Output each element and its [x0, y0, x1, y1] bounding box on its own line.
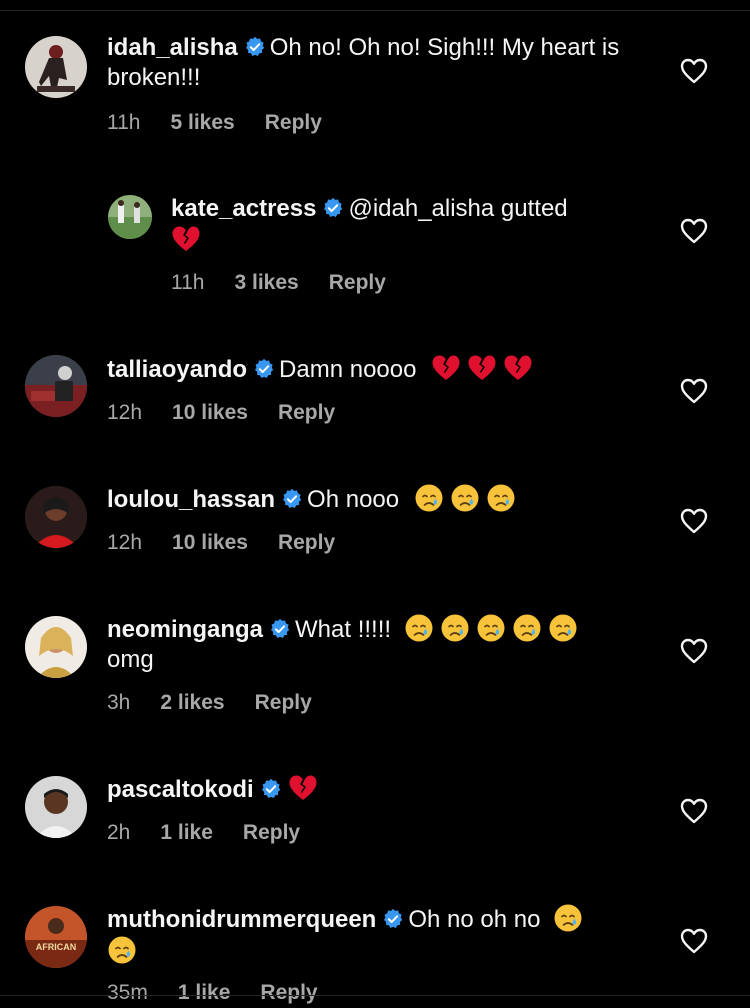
comment-text: Oh no oh no — [408, 906, 541, 933]
verified-badge-icon — [382, 908, 404, 930]
username[interactable]: kate_actress — [171, 195, 316, 222]
avatar-text: AFRICAN — [36, 942, 77, 952]
heart-outline-icon[interactable] — [680, 798, 708, 824]
comment-time: 35m — [107, 981, 148, 1004]
verified-badge-icon — [244, 36, 266, 58]
heart-outline-icon[interactable] — [680, 58, 708, 84]
crying-face-emoji — [107, 935, 137, 965]
heart-outline-icon[interactable] — [680, 378, 708, 404]
broken-heart-emoji — [171, 224, 201, 254]
avatar[interactable] — [25, 776, 87, 838]
comment-meta: 12h 10 likes Reply — [107, 401, 365, 425]
username[interactable]: loulou_hassan — [107, 486, 275, 513]
broken-heart-emoji — [503, 353, 533, 383]
comment-time: 3h — [107, 691, 131, 714]
reply-button[interactable]: Reply — [278, 531, 335, 554]
comment-body: pascaltokodi — [107, 773, 627, 805]
comment-text: @idah_alisha gutted — [348, 195, 568, 222]
verified-badge-icon — [260, 778, 282, 800]
avatar[interactable] — [108, 195, 152, 239]
username[interactable]: muthonidrummerqueen — [107, 906, 376, 933]
crying-face-emoji — [450, 483, 480, 513]
reply-button[interactable]: Reply — [265, 111, 322, 134]
comment-body: loulou_hassan Oh nooo — [107, 483, 627, 515]
crying-face-emoji — [512, 613, 542, 643]
username[interactable]: pascaltokodi — [107, 776, 254, 803]
avatar[interactable] — [25, 616, 87, 678]
comment-meta: 11h 5 likes Reply — [107, 111, 352, 135]
comment-time: 11h — [107, 111, 141, 134]
comment-meta: 11h 3 likes Reply — [171, 271, 416, 295]
top-divider — [0, 10, 750, 11]
heart-outline-icon[interactable] — [680, 928, 708, 954]
comment-text: Oh nooo — [307, 486, 400, 513]
bottom-divider — [0, 995, 750, 996]
username[interactable]: idah_alisha — [107, 34, 238, 61]
reply-button[interactable]: Reply — [243, 821, 300, 844]
broken-heart-emoji — [288, 773, 318, 803]
broken-heart-emoji — [467, 353, 497, 383]
comment-likes[interactable]: 10 likes — [172, 531, 248, 554]
comment-body: idah_alisha Oh no! Oh no! Sigh!!! My hear… — [107, 33, 627, 93]
comment-body: talliaoyando Damn noooo — [107, 353, 627, 385]
reply-button[interactable]: Reply — [255, 691, 312, 714]
crying-face-emoji — [553, 903, 583, 933]
avatar[interactable] — [25, 36, 87, 98]
verified-badge-icon — [322, 197, 344, 219]
comment-likes[interactable]: 1 like — [178, 981, 231, 1004]
comment-meta: 3h 2 likes Reply — [107, 691, 342, 715]
heart-outline-icon[interactable] — [680, 508, 708, 534]
avatar[interactable] — [25, 355, 87, 417]
heart-outline-icon[interactable] — [680, 638, 708, 664]
comment-body: kate_actress @idah_alisha gutted — [171, 194, 631, 256]
heart-outline-icon[interactable] — [680, 218, 708, 244]
username[interactable]: talliaoyando — [107, 356, 247, 383]
comment-likes[interactable]: 1 like — [160, 821, 213, 844]
broken-heart-emoji — [431, 353, 461, 383]
crying-face-emoji — [486, 483, 516, 513]
comment-time: 11h — [171, 271, 205, 294]
comment-meta: 12h 10 likes Reply — [107, 531, 365, 555]
comment-text: Damn noooo — [279, 356, 417, 383]
comment-likes[interactable]: 10 likes — [172, 401, 248, 424]
comment-body: neominganga What !!!!! omg — [107, 613, 627, 675]
verified-badge-icon — [281, 488, 303, 510]
crying-face-emoji — [440, 613, 470, 643]
crying-face-emoji — [404, 613, 434, 643]
comment-meta: 2h 1 like Reply — [107, 821, 330, 845]
reply-button[interactable]: Reply — [260, 981, 317, 1004]
crying-face-emoji — [414, 483, 444, 513]
crying-face-emoji — [548, 613, 578, 643]
comment-time: 12h — [107, 401, 143, 424]
comment-likes[interactable]: 2 likes — [160, 691, 224, 714]
comment-text-continued: omg — [107, 646, 154, 673]
verified-badge-icon — [269, 618, 291, 640]
comment-time: 2h — [107, 821, 131, 844]
comment-body: muthonidrummerqueen Oh no oh no — [107, 903, 627, 967]
avatar[interactable]: AFRICAN — [25, 906, 87, 968]
reply-button[interactable]: Reply — [278, 401, 335, 424]
comment-text: What !!!!! — [295, 616, 392, 643]
comment-likes[interactable]: 3 likes — [234, 271, 298, 294]
comment-meta: 35m 1 like Reply — [107, 981, 348, 1005]
reply-button[interactable]: Reply — [329, 271, 386, 294]
comment-likes[interactable]: 5 likes — [170, 111, 234, 134]
crying-face-emoji — [476, 613, 506, 643]
username[interactable]: neominganga — [107, 616, 263, 643]
verified-badge-icon — [253, 358, 275, 380]
comment-time: 12h — [107, 531, 143, 554]
avatar[interactable] — [25, 486, 87, 548]
